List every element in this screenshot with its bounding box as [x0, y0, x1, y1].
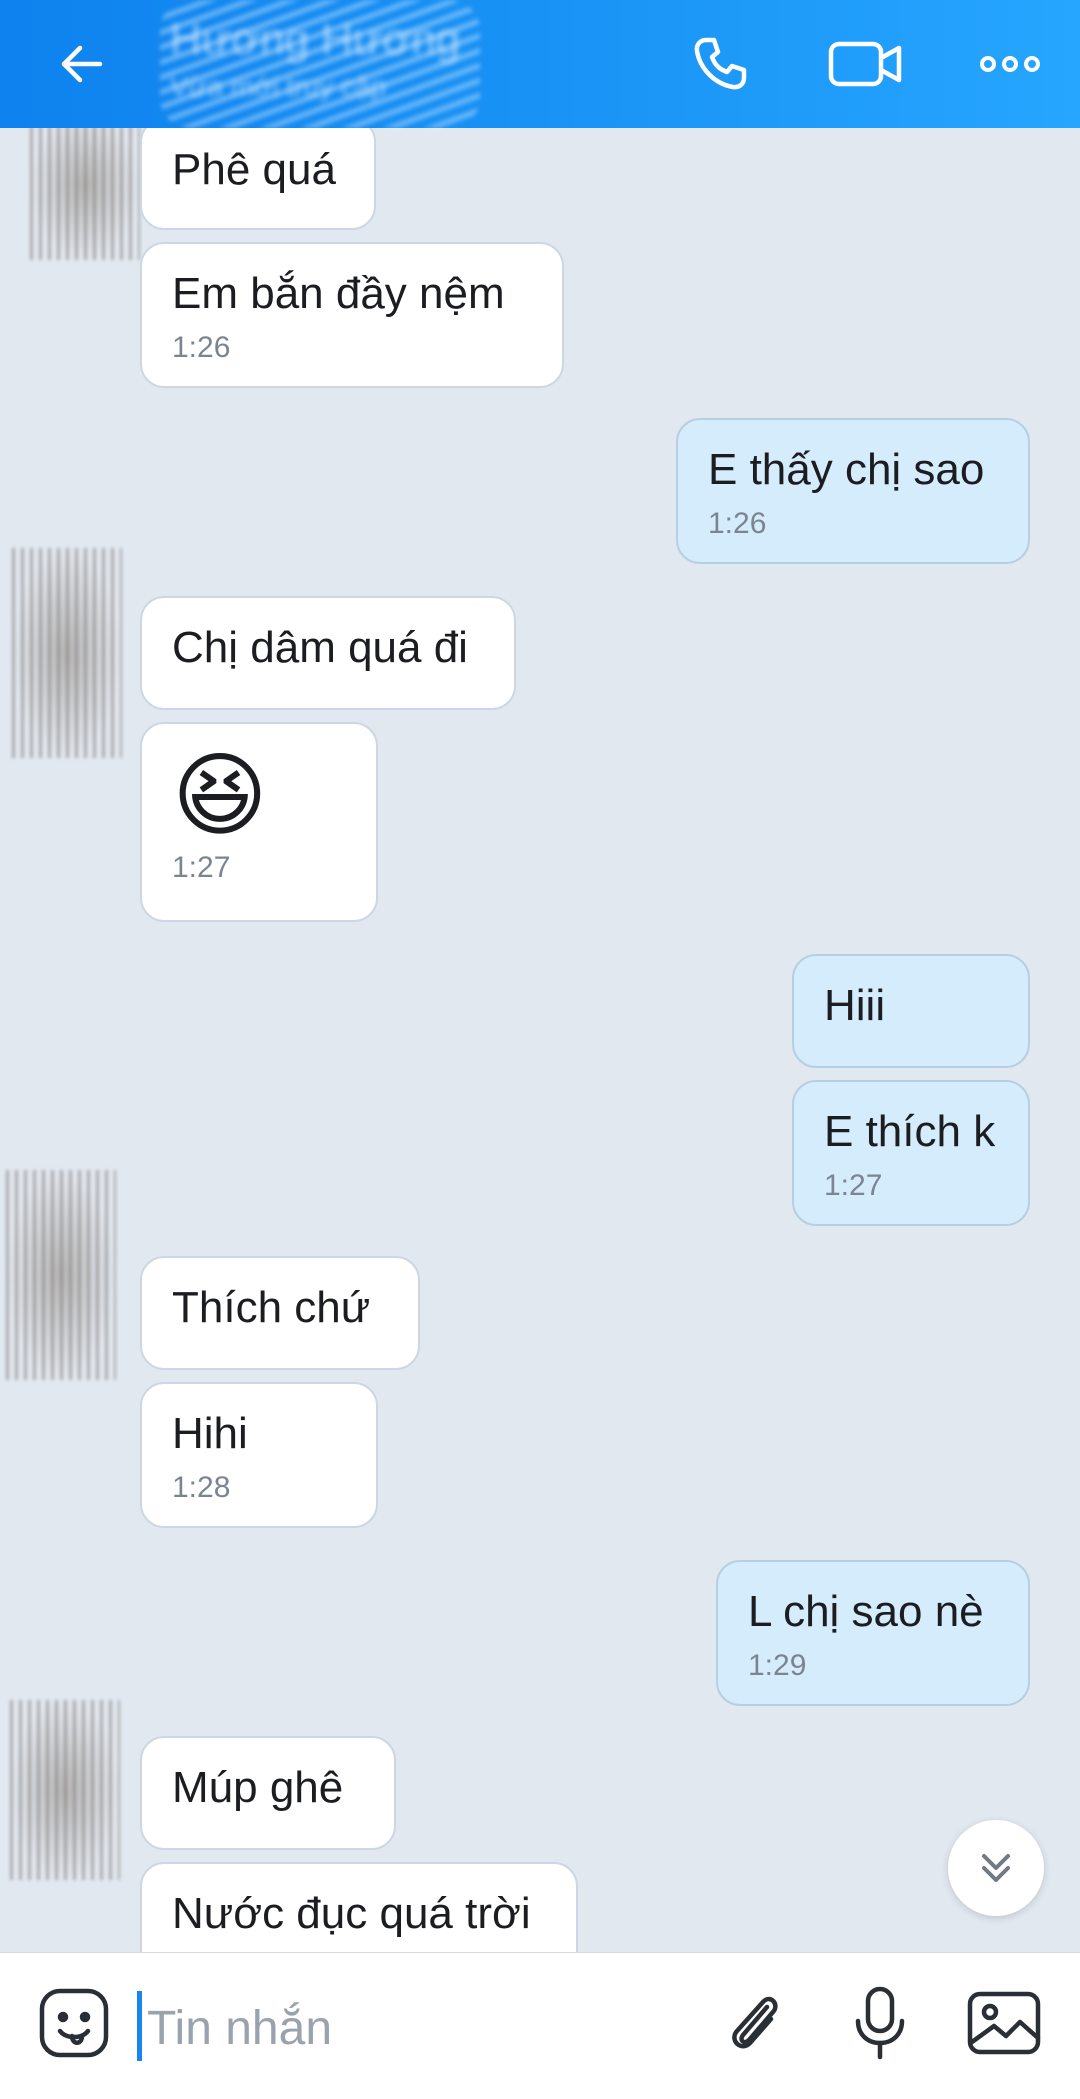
message-text: Nước đục quá trời — [172, 1889, 531, 1938]
message-bubble[interactable]: Chị dâm quá đi — [140, 596, 516, 710]
message-time: 1:27 — [172, 851, 231, 884]
phone-icon — [694, 37, 747, 90]
message-bubble[interactable]: Phê quá — [140, 118, 376, 230]
paperclip-icon — [732, 1996, 778, 2049]
message-bubble[interactable]: E thích k 1:27 — [792, 1080, 1030, 1226]
message-bubble[interactable]: Nước đục quá trời — [140, 1862, 578, 1952]
video-camera-icon — [828, 41, 902, 87]
message-text: Múp ghê — [172, 1763, 344, 1812]
message-text: Hiii — [824, 981, 886, 1030]
message-time: 1:26 — [172, 331, 231, 364]
message-text: Em bắn đầy nệm — [172, 269, 505, 318]
message-input[interactable] — [145, 1983, 669, 2073]
message-bubble[interactable]: Thích chứ — [140, 1256, 420, 1370]
chat-header: Hương Hương Vừa mới truy cập — [0, 0, 1080, 128]
message-composer — [0, 1952, 1080, 2099]
double-chevron-down-icon — [982, 1854, 1010, 1882]
message-text: Chị dâm quá đi — [172, 623, 468, 672]
contact-avatar[interactable] — [12, 548, 122, 758]
image-icon — [967, 1991, 1041, 2055]
contact-status: Vừa mới truy cập — [170, 71, 387, 102]
contact-avatar[interactable] — [30, 110, 140, 260]
image-picker-button[interactable] — [954, 1973, 1054, 2073]
message-time: 1:28 — [172, 1471, 231, 1504]
message-time: 1:29 — [748, 1649, 807, 1682]
back-button[interactable] — [32, 14, 132, 114]
message-time: 1:26 — [708, 507, 767, 540]
contact-title[interactable]: Hương Hương Vừa mới truy cập — [170, 10, 470, 120]
message-bubble[interactable]: Em bắn đầy nệm 1:26 — [140, 242, 564, 388]
message-text: L chị sao nè — [748, 1587, 984, 1636]
message-text: E thích k — [824, 1107, 996, 1156]
message-bubble[interactable]: L chị sao nè 1:29 — [716, 1560, 1030, 1706]
message-list[interactable]: Phê quá Em bắn đầy nệm 1:26 E thấy chị s… — [0, 0, 1080, 1952]
microphone-icon — [855, 1986, 905, 2060]
message-text: E thấy chị sao — [708, 445, 985, 494]
message-bubble[interactable]: Hiii — [792, 954, 1030, 1068]
sticker-button[interactable] — [24, 1973, 124, 2073]
message-bubble[interactable]: Múp ghê — [140, 1736, 396, 1850]
voice-call-button[interactable] — [670, 14, 770, 114]
video-call-button[interactable] — [815, 14, 915, 114]
message-time: 1:27 — [824, 1169, 883, 1202]
message-bubble[interactable]: 😆 1:27 — [140, 722, 378, 922]
contact-name: Hương Hương — [170, 15, 461, 64]
message-bubble[interactable]: E thấy chị sao 1:26 — [676, 418, 1030, 564]
scroll-to-bottom-button[interactable] — [948, 1820, 1044, 1916]
arrow-left-icon — [61, 45, 103, 83]
contact-avatar[interactable] — [6, 1170, 116, 1380]
message-text: Thích chứ — [172, 1283, 371, 1332]
message-text: Phê quá — [172, 145, 336, 194]
more-dots-icon — [980, 56, 1040, 72]
message-text: Hihi — [172, 1409, 248, 1458]
more-options-button[interactable] — [960, 14, 1060, 114]
text-cursor — [137, 1991, 142, 2061]
attach-button[interactable] — [702, 1973, 802, 2073]
voice-message-button[interactable] — [830, 1973, 930, 2073]
emoji-face-icon — [39, 1988, 109, 2058]
emoji-laughing: 😆 — [172, 745, 268, 847]
message-bubble[interactable]: Hihi 1:28 — [140, 1382, 378, 1528]
contact-avatar[interactable] — [10, 1700, 120, 1880]
